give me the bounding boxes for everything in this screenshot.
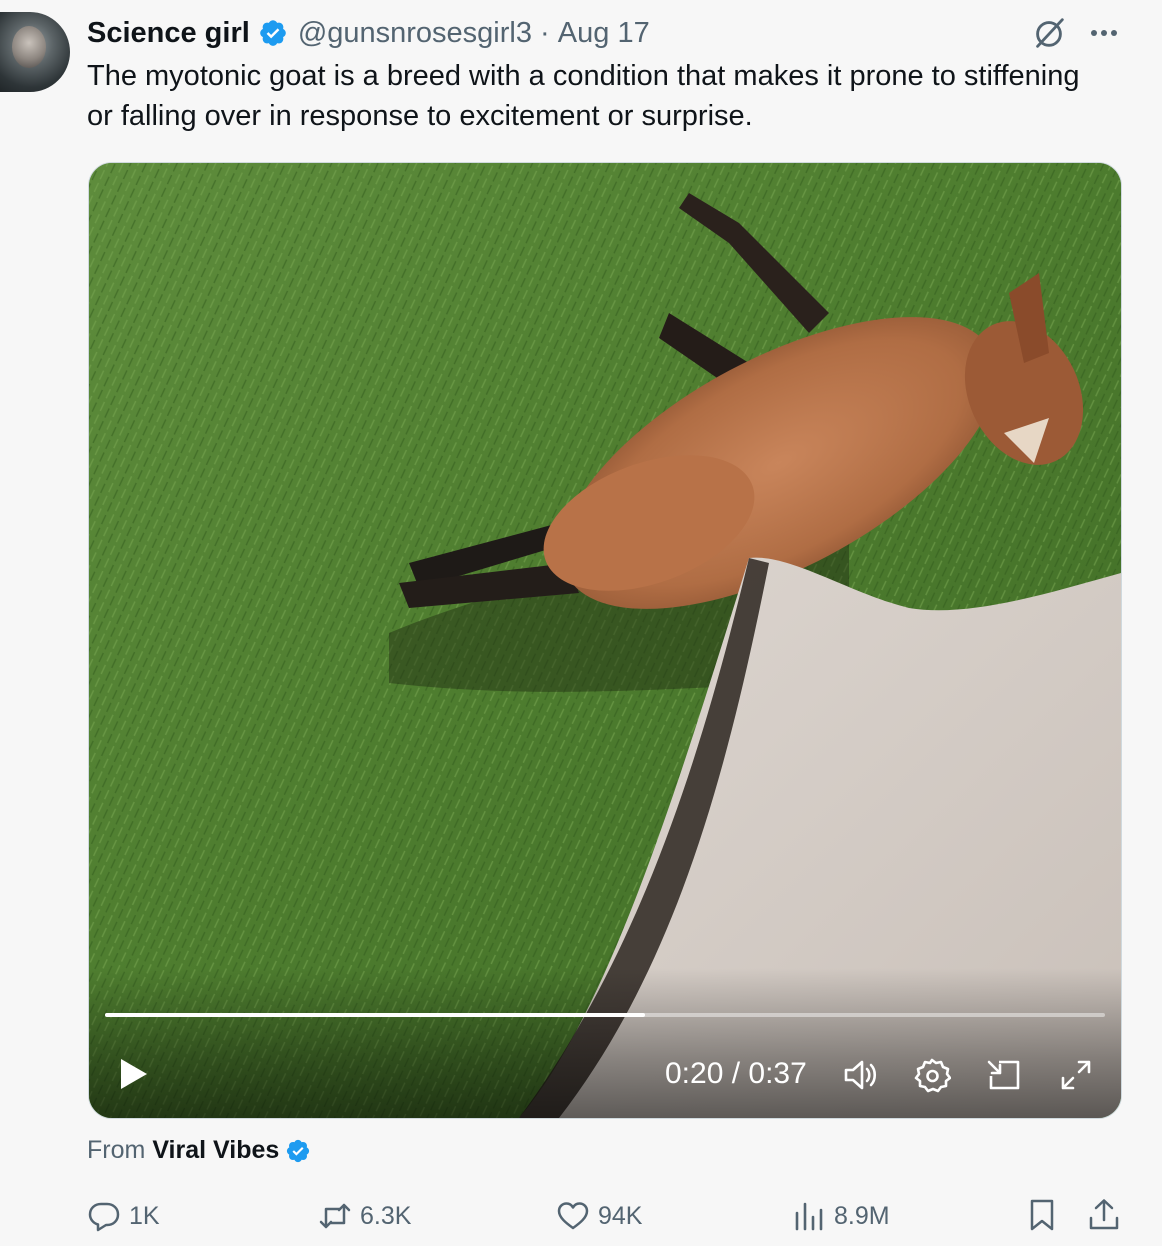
grok-icon[interactable] — [1030, 14, 1068, 52]
avatar-face — [12, 26, 46, 68]
video-current-time: 0:20 — [665, 1057, 724, 1090]
pip-icon[interactable] — [985, 1056, 1023, 1094]
from-prefix: From — [87, 1136, 146, 1164]
video-progress-fill — [105, 1013, 645, 1017]
settings-icon[interactable] — [913, 1056, 951, 1094]
views-icon — [795, 1202, 823, 1231]
controls-gradient — [89, 968, 1121, 1118]
bookmark-icon[interactable] — [1025, 1197, 1059, 1233]
fullscreen-icon[interactable] — [1057, 1056, 1095, 1094]
video-time: 0:20 / 0:37 — [665, 1056, 807, 1092]
share-icon[interactable] — [1087, 1197, 1121, 1233]
tweet-header: Science girl @gunsnrosesgirl3 · Aug 17 — [87, 14, 650, 52]
reply-button[interactable]: 1K — [87, 1196, 160, 1236]
tweet-date[interactable]: Aug 17 — [558, 17, 650, 50]
volume-icon[interactable] — [841, 1056, 879, 1094]
dot-separator: · — [540, 16, 550, 49]
video-player[interactable]: 0:20 / 0:37 — [88, 162, 1122, 1119]
reply-icon — [88, 1202, 120, 1232]
play-icon[interactable] — [115, 1056, 151, 1092]
like-button[interactable]: 94K — [556, 1196, 642, 1236]
more-icon[interactable] — [1086, 18, 1122, 48]
verified-badge-icon — [260, 20, 286, 46]
views-button[interactable]: 8.9M — [792, 1196, 890, 1236]
like-count: 94K — [598, 1201, 643, 1230]
reply-count: 1K — [129, 1201, 160, 1230]
repost-count: 6.3K — [360, 1201, 412, 1230]
views-count: 8.9M — [834, 1201, 890, 1230]
repost-icon — [319, 1203, 351, 1229]
source-attribution: From Viral Vibes — [87, 1136, 311, 1165]
source-account-link[interactable]: Viral Vibes — [152, 1136, 279, 1165]
author-handle[interactable]: @gunsnrosesgirl3 — [298, 17, 532, 50]
like-icon — [557, 1202, 589, 1230]
verified-badge-icon — [287, 1139, 310, 1162]
time-separator: / — [723, 1057, 749, 1090]
video-progress-bar[interactable] — [105, 1013, 1105, 1017]
video-duration: 0:37 — [748, 1057, 807, 1090]
tweet-text: The myotonic goat is a breed with a cond… — [87, 60, 1080, 132]
avatar[interactable] — [0, 12, 70, 92]
author-name[interactable]: Science girl — [87, 17, 250, 50]
repost-button[interactable]: 6.3K — [318, 1196, 411, 1236]
